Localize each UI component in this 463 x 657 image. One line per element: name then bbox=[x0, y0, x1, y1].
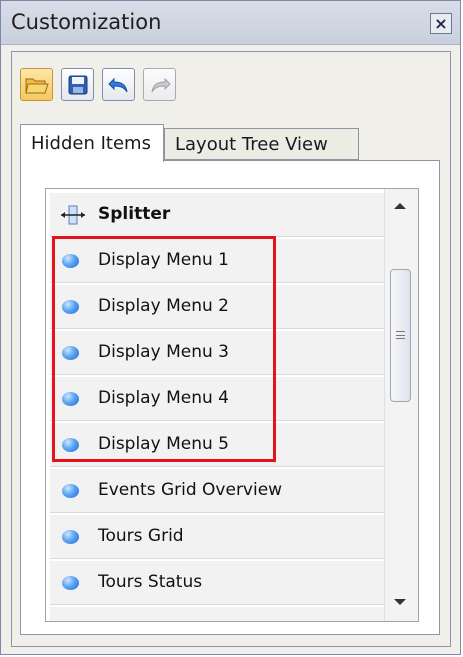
list-item-label: Display Menu 3 bbox=[98, 342, 229, 362]
blue-circle-icon bbox=[62, 438, 79, 452]
open-button[interactable] bbox=[20, 68, 53, 101]
blue-circle-icon bbox=[62, 576, 79, 590]
title-bar[interactable]: Customization × bbox=[1, 1, 460, 45]
splitter-icon bbox=[61, 205, 85, 225]
tab-hidden-items[interactable]: Hidden Items bbox=[20, 124, 164, 162]
list-item[interactable]: Tours Status bbox=[50, 561, 384, 605]
list-item-label: Display Menu 1 bbox=[98, 250, 229, 270]
window-title: Customization bbox=[11, 10, 162, 34]
list-item-label: Display Menu 2 bbox=[98, 296, 229, 316]
blue-circle-icon bbox=[62, 300, 79, 314]
open-folder-icon bbox=[24, 78, 49, 93]
scrollbar-thumb[interactable] bbox=[390, 269, 411, 402]
list-item[interactable]: Display Menu 2 bbox=[50, 285, 384, 329]
list-item-label: Display Menu 5 bbox=[98, 434, 229, 454]
save-icon bbox=[68, 75, 87, 94]
list-item-label: Splitter bbox=[98, 204, 171, 224]
blue-circle-icon bbox=[62, 530, 79, 544]
undo-button[interactable] bbox=[102, 68, 135, 101]
tab-layout-tree-view[interactable]: Layout Tree View bbox=[164, 128, 359, 160]
hidden-items-list[interactable]: Splitter Display Menu 1 Display Menu 2 D… bbox=[45, 188, 419, 622]
scroll-up-arrow-icon[interactable] bbox=[394, 203, 406, 209]
grip-icon bbox=[396, 331, 405, 339]
list-item-splitter[interactable]: Splitter bbox=[50, 193, 384, 237]
list-item[interactable]: Events Grid Overview bbox=[50, 469, 384, 513]
list-item[interactable]: Display Menu 5 bbox=[50, 423, 384, 467]
close-button[interactable]: × bbox=[430, 13, 452, 34]
list-item-label: Tours Grid bbox=[98, 526, 184, 546]
list-item[interactable]: Display Menu 1 bbox=[50, 239, 384, 283]
close-icon: × bbox=[434, 14, 448, 33]
list-item-label: Events Grid Overview bbox=[98, 480, 283, 500]
redo-button[interactable] bbox=[143, 68, 176, 101]
blue-circle-icon bbox=[62, 254, 79, 268]
blue-circle-icon bbox=[62, 346, 79, 360]
blue-circle-icon bbox=[62, 392, 79, 406]
list-item-partial[interactable] bbox=[50, 607, 384, 621]
scroll-down-arrow-icon[interactable] bbox=[394, 599, 406, 605]
vertical-scrollbar[interactable] bbox=[384, 189, 418, 621]
redo-icon bbox=[151, 77, 171, 92]
list-item[interactable]: Display Menu 4 bbox=[50, 377, 384, 421]
save-button[interactable] bbox=[61, 68, 94, 101]
undo-icon bbox=[107, 77, 127, 92]
list-item[interactable]: Tours Grid bbox=[50, 515, 384, 559]
list-item[interactable]: Display Menu 3 bbox=[50, 331, 384, 375]
list-item-label: Display Menu 4 bbox=[98, 388, 229, 408]
blue-circle-icon bbox=[62, 484, 79, 498]
list-item-label: Tours Status bbox=[98, 572, 203, 592]
toolbar bbox=[20, 68, 176, 108]
